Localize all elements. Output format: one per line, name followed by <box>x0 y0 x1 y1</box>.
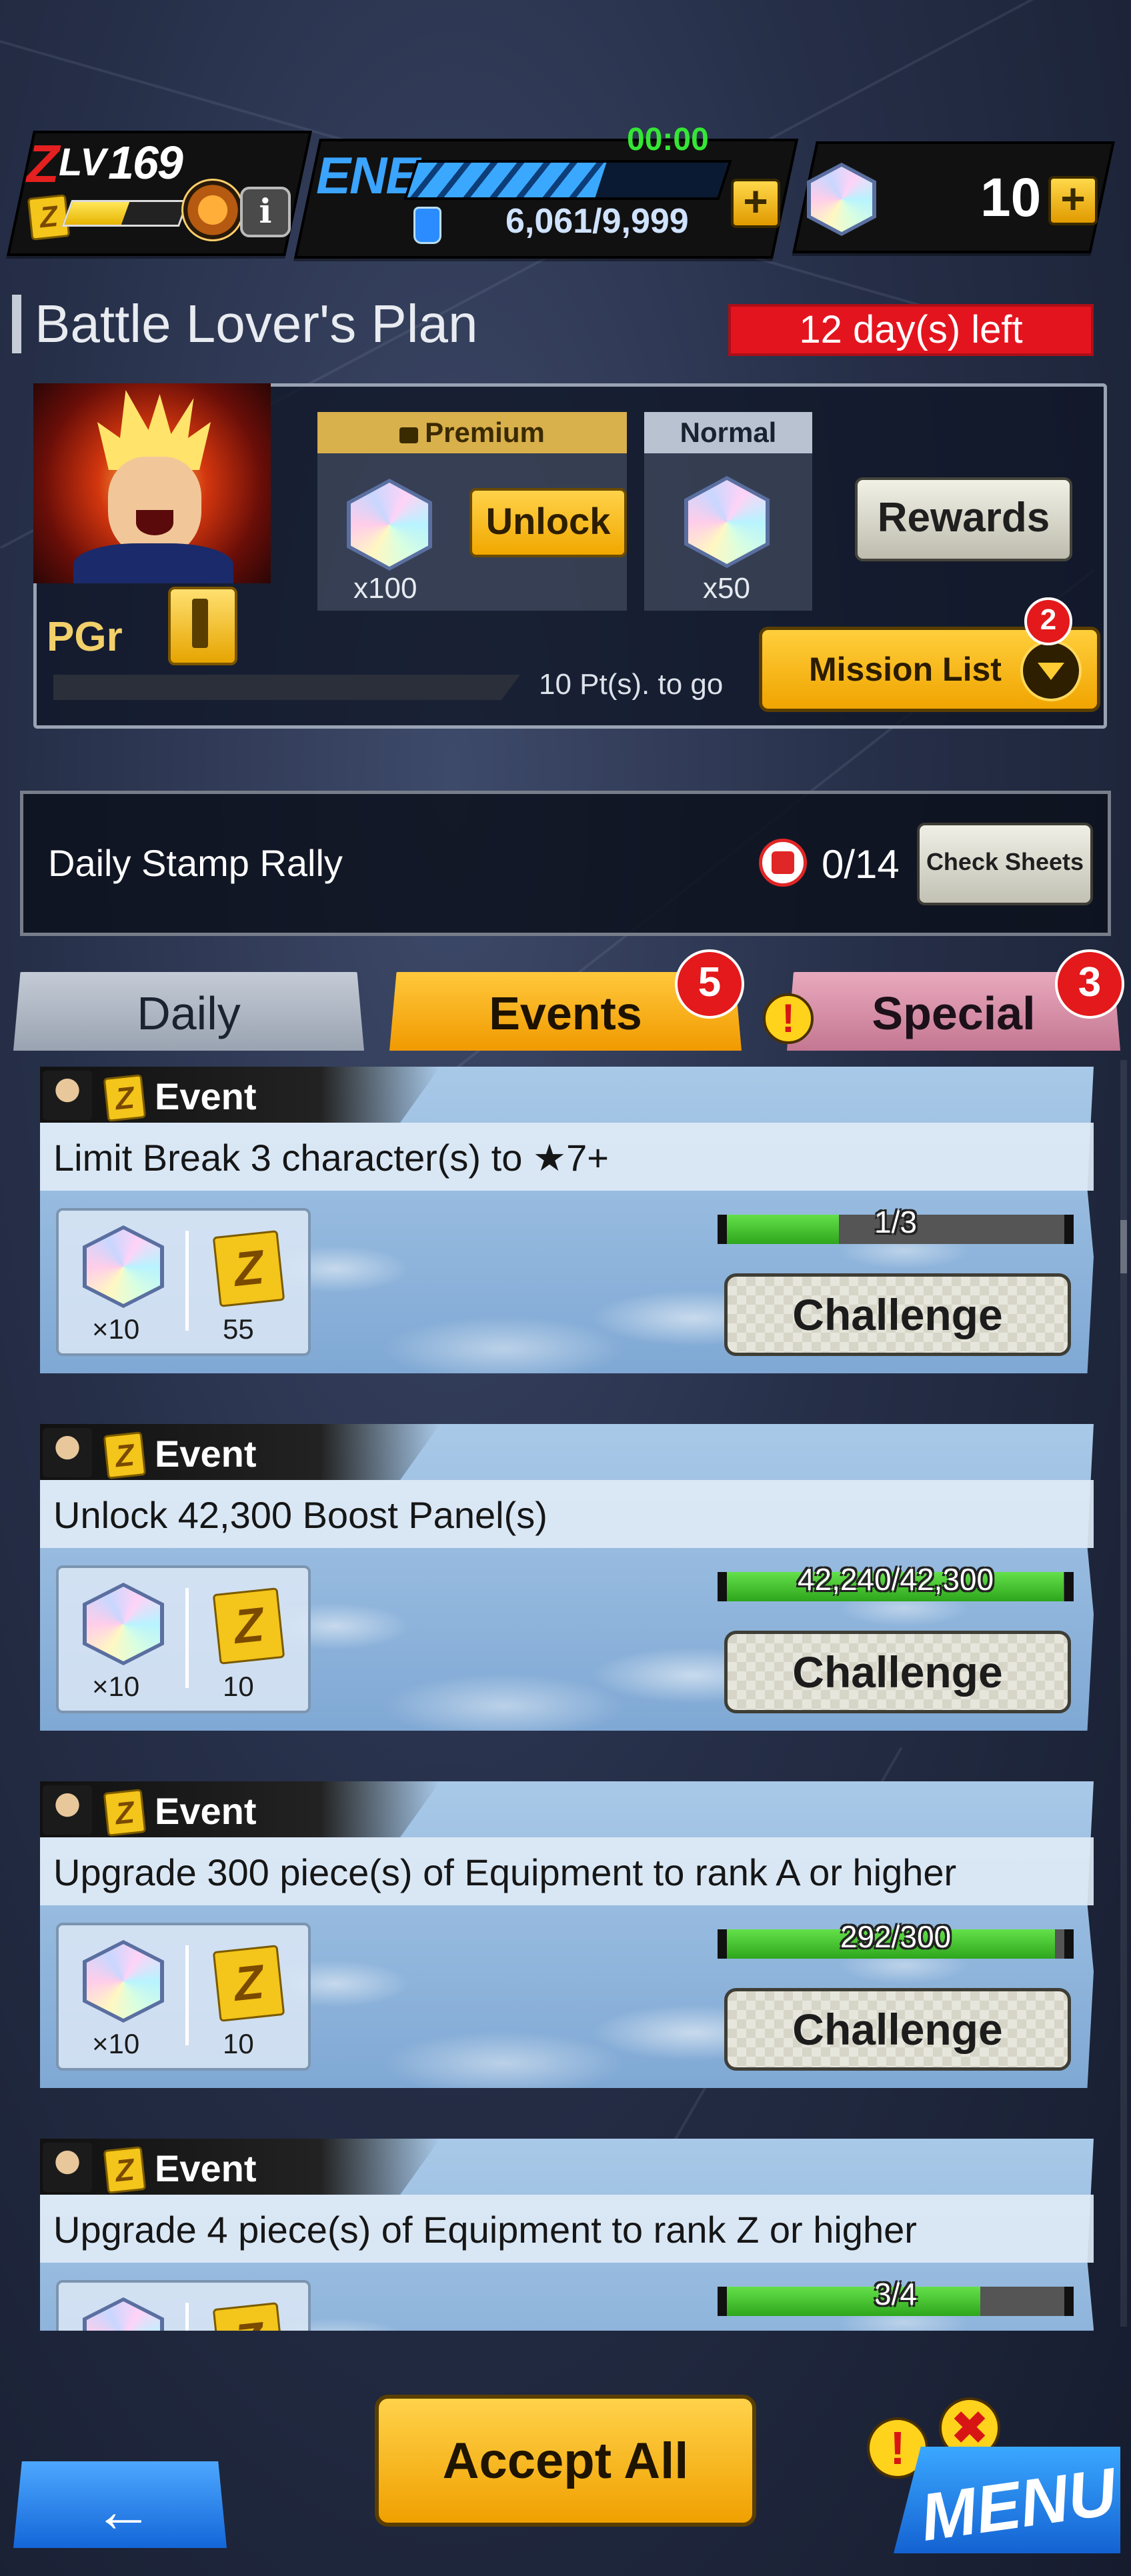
points-to-go: 10 Pt(s). to go <box>539 668 724 701</box>
mission-card: Z Event Limit Break 3 character(s) to ★7+ Z… <box>40 1067 1094 1373</box>
premium-quantity: x100 <box>353 572 417 605</box>
energy-value: 6,061/9,999 <box>505 202 689 241</box>
reward-divider <box>185 1945 189 2045</box>
character-portrait <box>33 383 271 583</box>
reward-divider <box>185 1588 189 1688</box>
premium-header: Premium <box>317 412 627 453</box>
z-medal-quantity: 10 <box>223 2028 254 2059</box>
z-power-icon: Z <box>103 1074 147 1122</box>
mission-list[interactable]: Z Event Limit Break 3 character(s) to ★7+ Z… <box>40 1067 1094 2331</box>
z-medal-icon: Z <box>212 1587 285 1665</box>
premium-label: Premium <box>425 417 545 448</box>
chrono-crystal-icon <box>87 2301 160 2331</box>
z-medal-icon: Z <box>212 1230 285 1307</box>
reward-divider <box>185 2303 189 2331</box>
mission-tag: Event <box>155 1790 257 1832</box>
challenge-button[interactable]: Challenge <box>724 1273 1071 1356</box>
mission-tag: Event <box>155 1433 257 1475</box>
mission-card: Z Event Unlock 42,300 Boost Panel(s) Z ×10 10… <box>40 1424 1094 1731</box>
special-count-badge: 3 <box>1055 949 1124 1019</box>
energy-bar <box>403 160 732 200</box>
energy-bottle-icon <box>413 207 441 244</box>
scrollbar-thumb[interactable] <box>1120 1220 1127 1273</box>
z-logo-icon: Z <box>27 134 59 193</box>
stamp-rally-label: Daily Stamp Rally <box>48 842 343 884</box>
back-arrow-icon: ← <box>93 2478 153 2545</box>
crystal-quantity: ×10 <box>92 1671 140 1702</box>
mission-tag: Event <box>155 1075 257 1117</box>
plan-grade-label: PGr <box>47 614 123 660</box>
crystal-quantity: ×10 <box>92 1313 140 1345</box>
z-medal-icon: Z <box>212 2302 285 2331</box>
chevron-down-icon[interactable] <box>1020 640 1082 701</box>
mission-progress-text: 1/3 <box>874 1205 917 1239</box>
mission-progress-text: 3/4 <box>874 2277 917 2311</box>
player-avatar[interactable] <box>181 179 244 241</box>
mission-card: Z Event Upgrade 300 piece(s) of Equipment … <box>40 1781 1094 2088</box>
plan-progress-bar <box>53 675 520 700</box>
mission-tag: Event <box>155 2147 257 2189</box>
mission-reward-box: Z <box>56 2280 311 2331</box>
stamp-count: 0/14 <box>822 842 900 887</box>
events-count-badge: 5 <box>675 949 744 1019</box>
z-power-icon: Z <box>27 194 71 241</box>
mission-card: Z Event Upgrade 4 piece(s) of Equipment to… <box>40 2139 1094 2331</box>
z-medal-quantity: 55 <box>223 1313 254 1345</box>
alert-icon: ! <box>763 993 814 1044</box>
mission-title: Limit Break 3 character(s) to ★7+ <box>53 1137 609 1179</box>
z-power-icon: Z <box>103 2146 147 2194</box>
experience-bar <box>61 200 189 227</box>
mission-title: Unlock 42,300 Boost Panel(s) <box>53 1494 547 1536</box>
accept-all-button[interactable]: Accept All <box>375 2395 756 2527</box>
challenge-button[interactable]: Challenge <box>724 1631 1071 1713</box>
plan-title: Battle Lover's Plan <box>35 294 478 353</box>
character-avatar-icon <box>43 1428 92 1477</box>
rewards-button[interactable]: Rewards <box>855 477 1072 561</box>
title-accent-bar <box>12 295 21 353</box>
plan-grade-rank-icon <box>168 587 237 665</box>
unlock-premium-button[interactable]: Unlock <box>469 488 627 557</box>
crystal-quantity: ×10 <box>92 2028 140 2059</box>
check-sheets-button[interactable]: Check Sheets <box>917 823 1093 905</box>
energy-timer: 00:00 <box>627 122 709 157</box>
mission-count-badge: 2 <box>1024 597 1072 645</box>
character-avatar-icon <box>43 1071 92 1120</box>
mission-reward-box: Z ×10 10 <box>56 1923 311 2071</box>
normal-quantity: x50 <box>703 572 750 605</box>
add-crystal-button[interactable]: + <box>1048 176 1098 225</box>
mission-progress-text: 292/300 <box>840 1919 952 1954</box>
mission-reward-box: Z ×10 55 <box>56 1208 311 1356</box>
mission-title: Upgrade 300 piece(s) of Equipment to ran… <box>53 1851 957 1893</box>
mission-progress-text: 42,240/42,300 <box>797 1562 994 1597</box>
character-avatar-icon <box>43 2143 92 2192</box>
z-power-icon: Z <box>103 1789 147 1837</box>
reward-divider <box>185 1231 189 1331</box>
player-level: 169 <box>108 137 183 189</box>
normal-header: Normal <box>644 412 812 453</box>
tab-daily[interactable]: Daily <box>13 972 364 1051</box>
z-medal-icon: Z <box>212 1945 285 2022</box>
mission-reward-box: Z ×10 10 <box>56 1565 311 1713</box>
stamp-icon <box>759 839 807 887</box>
level-label: LV <box>59 141 106 184</box>
days-left-badge: 12 day(s) left <box>728 304 1094 356</box>
lock-icon <box>399 427 419 443</box>
character-avatar-icon <box>43 1785 92 1835</box>
mission-title: Upgrade 4 piece(s) of Equipment to rank … <box>53 2209 917 2251</box>
add-energy-button[interactable]: + <box>731 179 780 228</box>
z-medal-quantity: 10 <box>223 1671 254 1702</box>
mission-list-label: Mission List <box>809 651 1002 688</box>
z-power-icon: Z <box>103 1431 147 1479</box>
energy-label: ENE <box>316 146 420 205</box>
crystal-count: 10 <box>980 167 1042 228</box>
challenge-button[interactable]: Challenge <box>724 1988 1071 2071</box>
info-icon[interactable]: i <box>240 187 291 237</box>
